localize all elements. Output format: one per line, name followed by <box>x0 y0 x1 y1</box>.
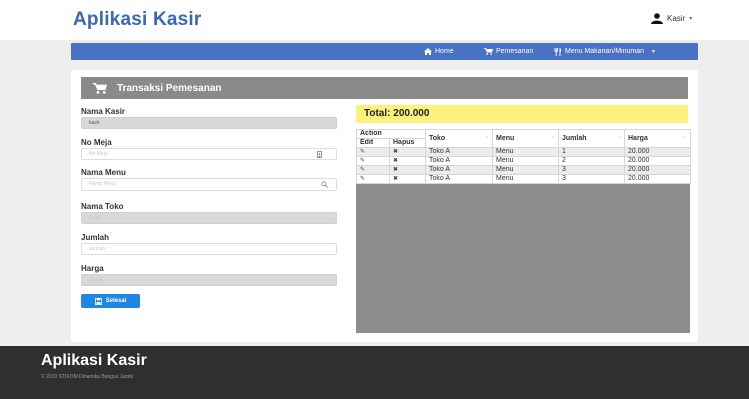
chevron-down-icon: ▼ <box>651 48 656 55</box>
cell-harga: 20.000 <box>624 147 691 157</box>
table-row: ✎ ✖ Toko A Menu 2 20.000 <box>356 156 691 166</box>
table-row: ✎ ✖ Toko A Menu 3 20.000 <box>356 174 691 184</box>
person-icon <box>651 13 663 24</box>
sort-icon[interactable]: ⌃ <box>683 135 687 143</box>
delete-icon[interactable]: ✖ <box>389 156 426 166</box>
table-row: ✎ ✖ Toko A Menu 3 20.000 <box>356 165 691 175</box>
header-toko-label: Toko <box>429 134 446 142</box>
nama-toko-label: Nama Toko <box>81 202 124 211</box>
delete-icon[interactable]: ✖ <box>389 165 426 175</box>
top-header: Aplikasi Kasir Kasir ▾ <box>0 0 749 40</box>
app-logo[interactable]: Aplikasi Kasir <box>71 9 223 31</box>
main-navbar: Home Pemesanan Menu Makanan/Minuman ▼ <box>71 43 698 60</box>
edit-icon[interactable]: ✎ <box>356 174 390 184</box>
nav-home-label: Home <box>435 48 454 55</box>
save-icon <box>94 297 102 305</box>
header-edit: Edit <box>356 138 390 148</box>
sort-icon[interactable]: ⌃ <box>617 135 621 143</box>
cell-jumlah: 2 <box>558 156 625 166</box>
cart-icon <box>93 82 107 94</box>
panel-title: Transaksi Pemesanan <box>117 82 222 94</box>
cell-harga: 20.000 <box>624 174 691 184</box>
no-meja-input[interactable]: No Meja ▴ ▾ <box>81 148 337 160</box>
cell-toko: Toko A <box>425 147 493 157</box>
order-table-area: Action Toko ⌃ Menu ⌃ Jumlah ⌃ Harga ⌃ Edit H… <box>356 129 691 333</box>
cell-harga: 20.000 <box>624 156 691 166</box>
home-icon <box>424 48 432 55</box>
no-meja-label: No Meja <box>81 138 112 147</box>
harga-label: Harga <box>81 264 104 273</box>
cell-toko: Toko A <box>425 156 493 166</box>
selesai-button[interactable]: Selesai <box>81 294 140 308</box>
delete-icon[interactable]: ✖ <box>389 174 426 184</box>
number-stepper-icon[interactable]: ▴ ▾ <box>317 151 322 159</box>
cell-jumlah: 1 <box>558 147 625 157</box>
cutlery-icon <box>554 47 562 56</box>
selesai-label: Selesai <box>105 298 127 304</box>
total-banner: Total: 200.000 <box>356 105 688 123</box>
edit-icon[interactable]: ✎ <box>356 156 390 166</box>
footer-copyright: © 2019 STIKOM Dinamika Bangsa Jambi <box>41 374 134 380</box>
cell-harga: 20.000 <box>624 165 691 175</box>
nama-menu-placeholder: Nama Menu <box>89 181 117 187</box>
header-toko[interactable]: Toko ⌃ <box>425 129 493 148</box>
nav-pemesanan[interactable]: Pemesanan <box>484 43 533 60</box>
cell-menu: Menu <box>492 147 559 157</box>
nama-toko-field[interactable]: Toko <box>81 212 337 224</box>
header-harga[interactable]: Harga ⌃ <box>624 129 691 148</box>
search-icon[interactable] <box>321 181 328 188</box>
order-table: Action Toko ⌃ Menu ⌃ Jumlah ⌃ Harga ⌃ Edit H… <box>356 129 691 184</box>
jumlah-input[interactable]: Jumlah <box>81 243 337 255</box>
nav-home[interactable]: Home <box>424 43 454 60</box>
cell-menu: Menu <box>492 174 559 184</box>
no-meja-placeholder: No Meja <box>89 151 108 157</box>
footer-logo: Aplikasi Kasir <box>41 352 147 369</box>
table-row: ✎ ✖ Toko A Menu 1 20.000 <box>356 147 691 157</box>
cart-icon <box>484 48 493 55</box>
header-jumlah[interactable]: Jumlah ⌃ <box>558 129 625 148</box>
header-action: Action <box>356 129 426 139</box>
cell-toko: Toko A <box>425 174 493 184</box>
page-footer: Aplikasi Kasir © 2019 STIKOM Dinamika Ba… <box>0 346 749 399</box>
chevron-down-icon: ▾ <box>689 16 693 22</box>
user-menu[interactable]: Kasir ▾ <box>651 13 692 24</box>
harga-field[interactable]: Harga <box>81 274 337 286</box>
nav-menu-label: Menu Makanan/Minuman <box>565 48 644 55</box>
nama-kasir-field[interactable]: kasir <box>81 117 337 129</box>
panel-header: Transaksi Pemesanan <box>81 77 688 99</box>
header-menu-label: Menu <box>496 134 515 142</box>
nav-menu-makanan[interactable]: Menu Makanan/Minuman ▼ <box>554 43 656 60</box>
cell-jumlah: 3 <box>558 174 625 184</box>
cell-jumlah: 3 <box>558 165 625 175</box>
header-hapus: Hapus <box>389 138 426 148</box>
sort-icon[interactable]: ⌃ <box>551 135 555 143</box>
sort-icon[interactable]: ⌃ <box>485 135 489 143</box>
nama-menu-label: Nama Menu <box>81 168 126 177</box>
nav-pemesanan-label: Pemesanan <box>496 48 534 55</box>
nama-menu-input[interactable]: Nama Menu <box>81 178 337 191</box>
user-label: Kasir <box>667 14 686 23</box>
delete-icon[interactable]: ✖ <box>389 147 426 157</box>
edit-icon[interactable]: ✎ <box>356 165 390 175</box>
transaction-panel: Transaksi Pemesanan Nama Kasir kasir No … <box>71 70 698 342</box>
jumlah-label: Jumlah <box>81 233 110 242</box>
header-menu[interactable]: Menu ⌃ <box>492 129 559 148</box>
cell-menu: Menu <box>492 165 559 175</box>
cell-toko: Toko A <box>425 165 493 175</box>
nama-kasir-label: Nama Kasir <box>81 107 126 116</box>
cell-menu: Menu <box>492 156 559 166</box>
header-jumlah-label: Jumlah <box>562 134 587 142</box>
edit-icon[interactable]: ✎ <box>356 147 390 157</box>
header-harga-label: Harga <box>628 134 648 142</box>
